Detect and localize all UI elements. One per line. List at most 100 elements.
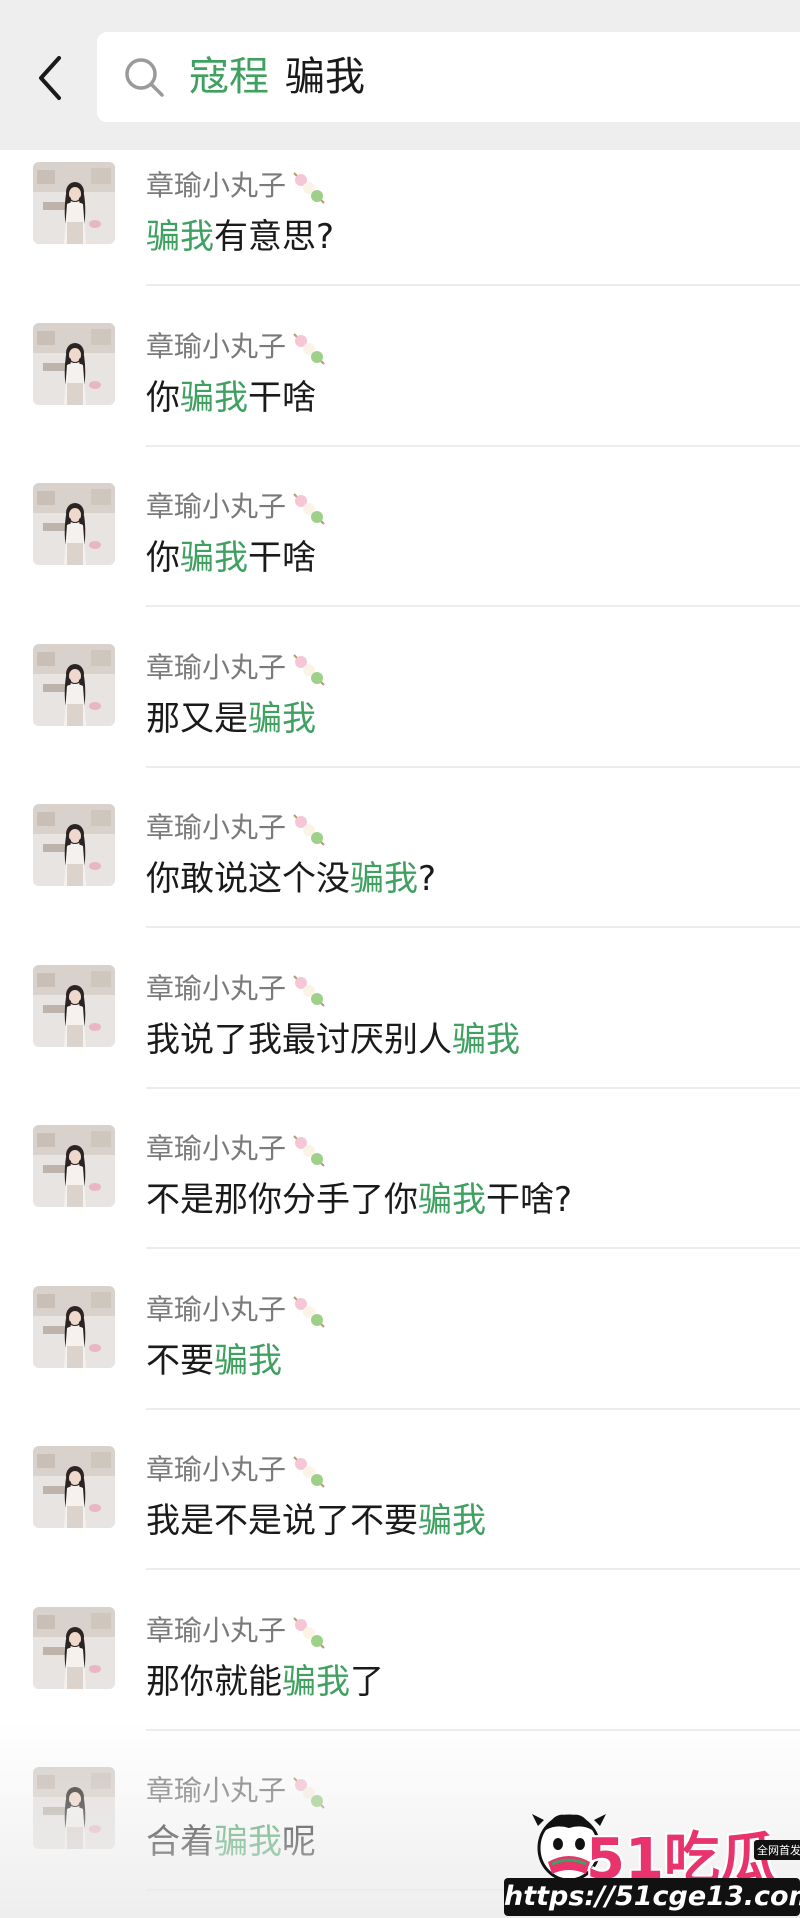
sender-name: 章瑜小丸子 [146, 1771, 328, 1811]
avatar [33, 1446, 115, 1528]
search-input[interactable]: 寇程 骗我 [97, 32, 800, 122]
avatar [33, 162, 115, 244]
message-text: 那又是骗我 [146, 694, 316, 744]
message-text: 你骗我干啥 [146, 373, 316, 423]
avatar [33, 1767, 115, 1849]
highlighted-match: 骗我 [214, 1340, 282, 1381]
search-result-item[interactable]: 章瑜小丸子 你骗我干啥 [0, 471, 800, 631]
dango-icon [288, 1451, 328, 1491]
highlighted-match: 骗我 [452, 1019, 520, 1060]
dango-icon [288, 1291, 328, 1331]
dango-icon [288, 809, 328, 849]
message-text: 那你就能骗我了 [146, 1657, 384, 1707]
divider [146, 284, 800, 286]
sender-name-text: 章瑜小丸子 [146, 169, 287, 202]
message-text: 你敢说这个没骗我? [146, 854, 436, 904]
watermark-url: https://51cge13.com [504, 1878, 800, 1916]
highlighted-match: 骗我 [350, 859, 418, 899]
divider [146, 1728, 800, 1731]
highlighted-match: 骗我 [418, 1501, 486, 1541]
sender-name: 章瑜小丸子 [146, 166, 328, 206]
divider [146, 765, 800, 768]
message-fragment: 你敢说这个没 [146, 859, 350, 899]
message-text: 你骗我干啥 [146, 533, 316, 583]
avatar [33, 1606, 115, 1689]
highlighted-match: 骗我 [248, 698, 316, 739]
dango-icon [288, 1612, 328, 1652]
dango-icon [288, 167, 328, 207]
divider [146, 1407, 800, 1410]
divider [146, 926, 800, 928]
avatar [33, 322, 115, 405]
divider [146, 1247, 800, 1249]
search-result-item[interactable]: 章瑜小丸子 不是那你分手了你骗我干啥? [0, 1113, 800, 1273]
dango-icon [288, 488, 328, 528]
search-header: 寇程 骗我 [0, 0, 800, 150]
search-query: 寇程 骗我 [189, 50, 365, 104]
message-fragment: 干啥? [486, 1180, 573, 1220]
avatar [33, 804, 115, 886]
search-result-item[interactable]: 章瑜小丸子 我是不是说了不要骗我 [0, 1434, 800, 1594]
message-text: 合着骗我呢 [146, 1817, 316, 1867]
sender-name-text: 章瑜小丸子 [146, 811, 287, 844]
message-fragment: 干啥 [248, 538, 316, 578]
search-contact-tag[interactable]: 寇程 [189, 54, 269, 100]
dango-icon [288, 1130, 328, 1170]
sender-name: 章瑜小丸子 [146, 648, 328, 688]
search-result-item[interactable]: 章瑜小丸子 不要骗我 [0, 1274, 800, 1434]
avatar [33, 1125, 115, 1207]
message-fragment: 不是那你分手了你 [146, 1180, 418, 1220]
message-fragment: 我是不是说了不要 [146, 1501, 418, 1541]
divider [146, 1568, 800, 1570]
highlighted-match: 骗我 [214, 1822, 282, 1862]
message-fragment: 合着 [146, 1822, 214, 1862]
message-fragment: 那又是 [146, 698, 248, 739]
search-results-list: 章瑜小丸子 骗我有意思? 章瑜小丸子 你骗我干啥 章瑜小丸子 你骗我干啥 章瑜小… [0, 150, 800, 1918]
message-fragment: 我说了我最讨厌别人 [146, 1019, 452, 1060]
message-fragment: 干啥 [248, 377, 316, 418]
dango-icon [288, 1772, 328, 1812]
divider [146, 1086, 800, 1089]
search-result-item[interactable]: 章瑜小丸子 你敢说这个没骗我? [0, 792, 800, 952]
highlighted-match: 骗我 [180, 377, 248, 418]
search-result-item[interactable]: 章瑜小丸子 骗我有意思? [0, 150, 800, 310]
sender-name-text: 章瑜小丸子 [146, 1613, 287, 1647]
sender-name-text: 章瑜小丸子 [146, 490, 287, 523]
back-button[interactable] [28, 48, 72, 108]
search-result-item[interactable]: 章瑜小丸子 我说了我最讨厌别人骗我 [0, 953, 800, 1113]
avatar [33, 643, 115, 726]
sender-name: 章瑜小丸子 [146, 1450, 328, 1490]
sender-name: 章瑜小丸子 [146, 1290, 328, 1330]
avatar [33, 964, 115, 1047]
search-result-item[interactable]: 章瑜小丸子 那又是骗我 [0, 632, 800, 792]
search-result-item[interactable]: 章瑜小丸子 那你就能骗我了 [0, 1595, 800, 1755]
sender-name-text: 章瑜小丸子 [146, 1453, 287, 1486]
message-fragment: 有意思? [214, 217, 335, 257]
highlighted-match: 骗我 [418, 1180, 486, 1220]
search-result-item[interactable]: 章瑜小丸子 你骗我干啥 [0, 311, 800, 471]
message-fragment: 不要 [146, 1340, 214, 1381]
message-fragment: 了 [350, 1661, 384, 1702]
divider [146, 605, 800, 607]
sender-name-text: 章瑜小丸子 [146, 329, 287, 363]
search-icon [125, 58, 164, 97]
message-text: 我说了我最讨厌别人骗我 [146, 1015, 520, 1065]
watermark: 51吃瓜 全网首发 https://51cge13.com [504, 1800, 800, 1918]
sender-name-text: 章瑜小丸子 [146, 650, 287, 684]
sender-name: 章瑜小丸子 [146, 969, 328, 1009]
dango-icon [288, 970, 328, 1010]
message-text: 骗我有意思? [146, 212, 334, 262]
sender-name-text: 章瑜小丸子 [146, 971, 287, 1005]
sender-name: 章瑜小丸子 [146, 1611, 328, 1651]
message-fragment: 你 [146, 377, 180, 418]
watermark-tag: 全网首发 [754, 1840, 800, 1860]
avatar [33, 483, 115, 565]
message-fragment: ? [418, 859, 437, 899]
sender-name: 章瑜小丸子 [146, 327, 328, 367]
chevron-left-icon [39, 56, 61, 100]
message-text: 不要骗我 [146, 1336, 282, 1386]
message-text: 不是那你分手了你骗我干啥? [146, 1175, 572, 1225]
message-fragment: 你 [146, 538, 180, 578]
sender-name: 章瑜小丸子 [146, 1129, 328, 1169]
highlighted-match: 骗我 [282, 1661, 350, 1702]
